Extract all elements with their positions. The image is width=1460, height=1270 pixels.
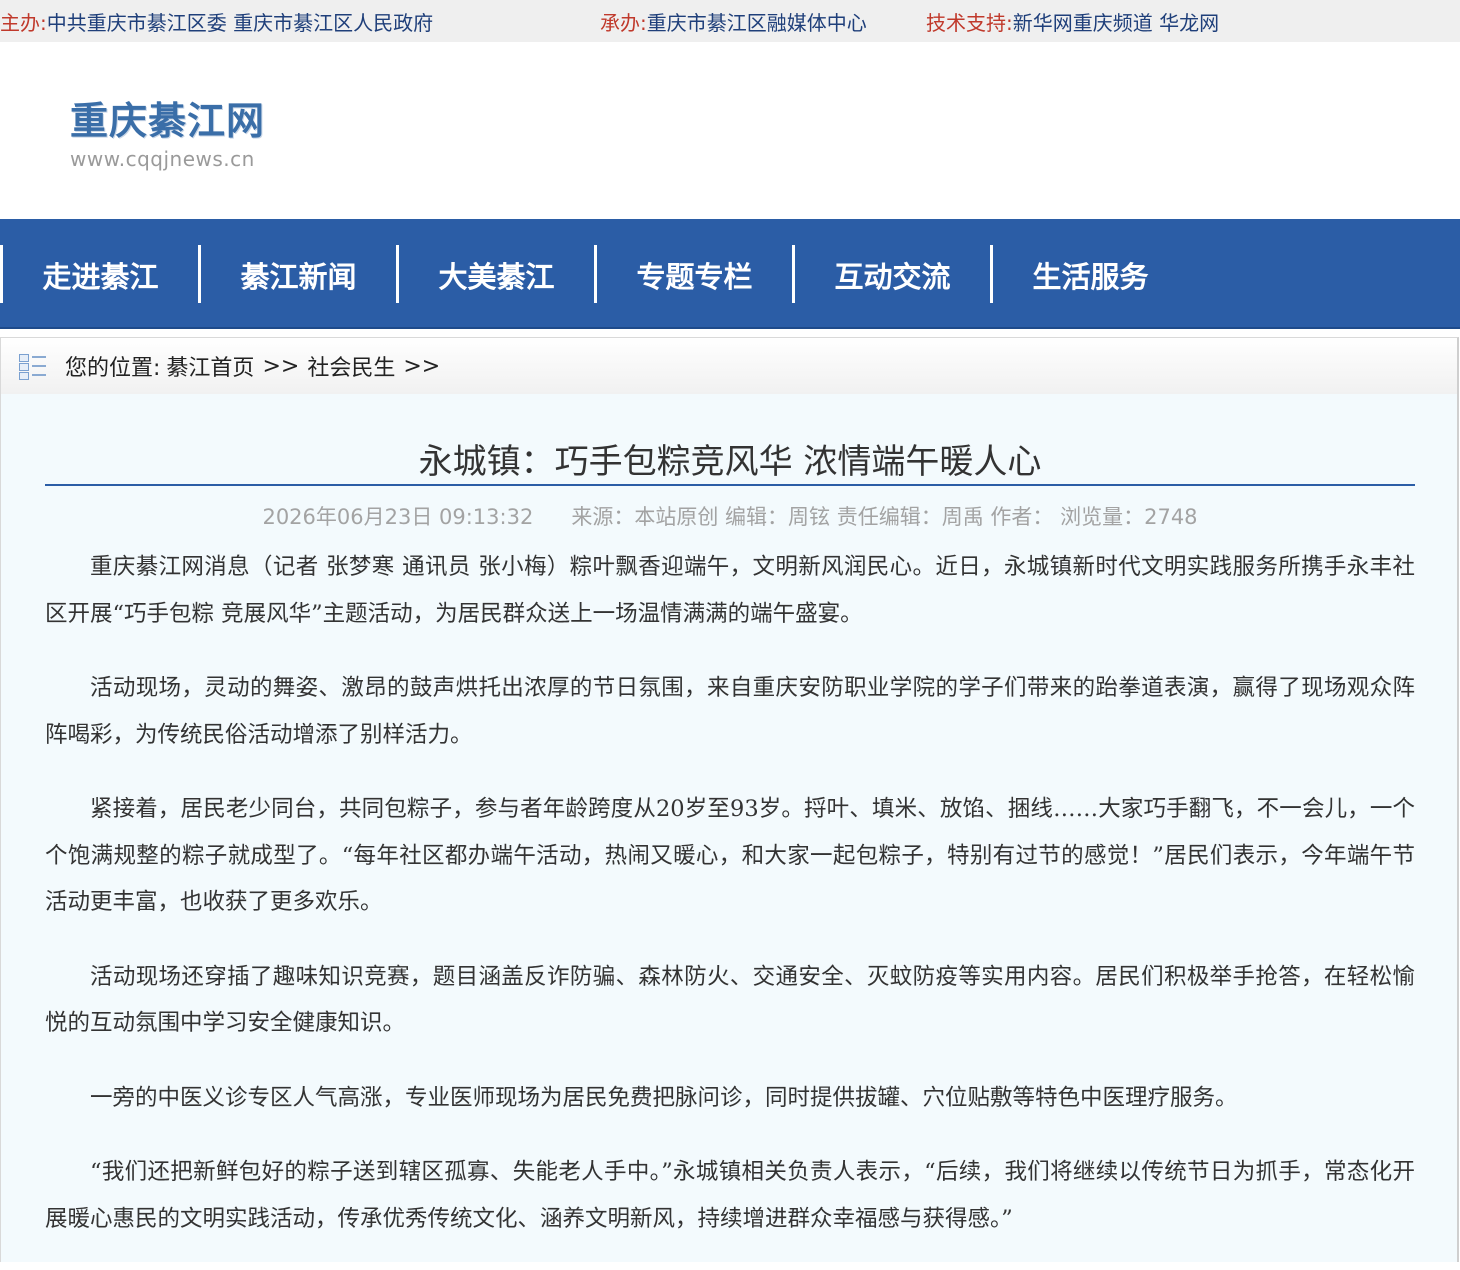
article-paragraph: 活动现场还穿插了趣味知识竞赛，题目涵盖反诈防骗、森林防火、交通安全、灭蚊防疫等实… <box>45 963 1415 1037</box>
nav-item-scenery[interactable]: 大美綦江 <box>399 246 594 303</box>
author-label: 作者： <box>990 505 1054 529</box>
organizer-label: 承办: <box>600 10 647 35</box>
views-count: 2748 <box>1144 505 1198 529</box>
article-paragraph: 紧接着，居民老少同台，共同包粽子，参与者年龄跨度从20岁至93岁。捋叶、填米、放… <box>45 796 1415 915</box>
host-label: 主办: <box>0 10 47 35</box>
list-icon <box>19 352 47 380</box>
nav-item-topics[interactable]: 专题专栏 <box>597 246 792 303</box>
nav-item-zoujin[interactable]: 走进綦江 <box>3 246 198 303</box>
chief-editor-label: 责任编辑： <box>836 505 942 529</box>
article-meta: 2026年06月23日 09:13:32 来源：本站原创 编辑：周铉 责任编辑：周… <box>45 501 1415 531</box>
support-link[interactable]: 新华网重庆频道 华龙网 <box>1013 7 1219 36</box>
breadcrumb-separator: >> <box>262 353 300 379</box>
article-paragraph: “我们还把新鲜包好的粽子送到辖区孤寡、失能老人手中。”永城镇相关负责人表示，“后… <box>45 1159 1415 1232</box>
chief-editor-value: 周禹 <box>941 505 984 529</box>
breadcrumb: 您的位置: 綦江首页 >> 社会民生 >> <box>0 337 1459 395</box>
article-paragraph: 一旁的中医义诊专区人气高涨，专业医师现场为居民免费把脉问诊，同时提供拔罐、穴位贴… <box>90 1084 1238 1111</box>
organizer-group: 承办: 重庆市綦江区融媒体中心 <box>600 0 867 42</box>
breadcrumb-prefix: 您的位置: <box>65 356 161 381</box>
support-group: 技术支持: 新华网重庆频道 华龙网 <box>926 0 1219 42</box>
breadcrumb-separator: >> <box>403 353 441 379</box>
header: 重庆綦江网 www.cqqjnews.cn <box>0 42 1460 219</box>
site-logo[interactable]: 重庆綦江网 www.cqqjnews.cn <box>70 90 265 171</box>
publish-date: 2026年06月23日 09:13:32 <box>262 505 534 529</box>
breadcrumb-home-link[interactable]: 綦江首页 <box>166 350 254 382</box>
article-paragraph: 活动现场，灵动的舞姿、激昂的鼓声烘托出浓厚的节日氛围，来自重庆安防职业学院的学子… <box>45 675 1415 748</box>
nav-item-news[interactable]: 綦江新闻 <box>201 246 396 303</box>
sponsor-bar: 主办: 中共重庆市綦江区委 重庆市綦江区人民政府 承办: 重庆市綦江区融媒体中心… <box>0 0 1460 42</box>
organizer-link[interactable]: 重庆市綦江区融媒体中心 <box>647 7 867 36</box>
title-divider <box>45 484 1415 486</box>
views-label: 浏览量： <box>1060 505 1145 529</box>
article-panel: 永城镇：巧手包粽竞风华 浓情端午暖人心 2026年06月23日 09:13:32… <box>0 394 1459 1262</box>
nav-item-services[interactable]: 生活服务 <box>993 246 1188 303</box>
host-link[interactable]: 中共重庆市綦江区委 重庆市綦江区人民政府 <box>47 7 433 36</box>
support-label: 技术支持: <box>926 10 1013 35</box>
main-nav: 走进綦江 綦江新闻 大美綦江 专题专栏 互动交流 生活服务 <box>0 219 1460 329</box>
host-group: 主办: 中共重庆市綦江区委 重庆市綦江区人民政府 <box>0 0 433 42</box>
editor-label: 编辑： <box>725 505 789 529</box>
logo-title: 重庆綦江网 <box>70 99 266 143</box>
nav-item-interaction[interactable]: 互动交流 <box>795 246 990 303</box>
breadcrumb-section-link[interactable]: 社会民生 <box>307 350 395 382</box>
article-title: 永城镇：巧手包粽竞风华 浓情端午暖人心 <box>418 442 1042 482</box>
source-label: 来源： <box>571 505 635 529</box>
article-body: 重庆綦江网消息（记者 张梦寒 通讯员 张小梅）粽叶飘香迎端午，文明新风润民心。近… <box>45 544 1415 1270</box>
article-paragraph: 重庆綦江网消息（记者 张梦寒 通讯员 张小梅）粽叶飘香迎端午，文明新风润民心。近… <box>45 554 1415 627</box>
source-value: 本站原创 <box>634 505 719 529</box>
logo-url: www.cqqjnews.cn <box>70 147 255 171</box>
editor-value: 周铉 <box>788 505 831 529</box>
